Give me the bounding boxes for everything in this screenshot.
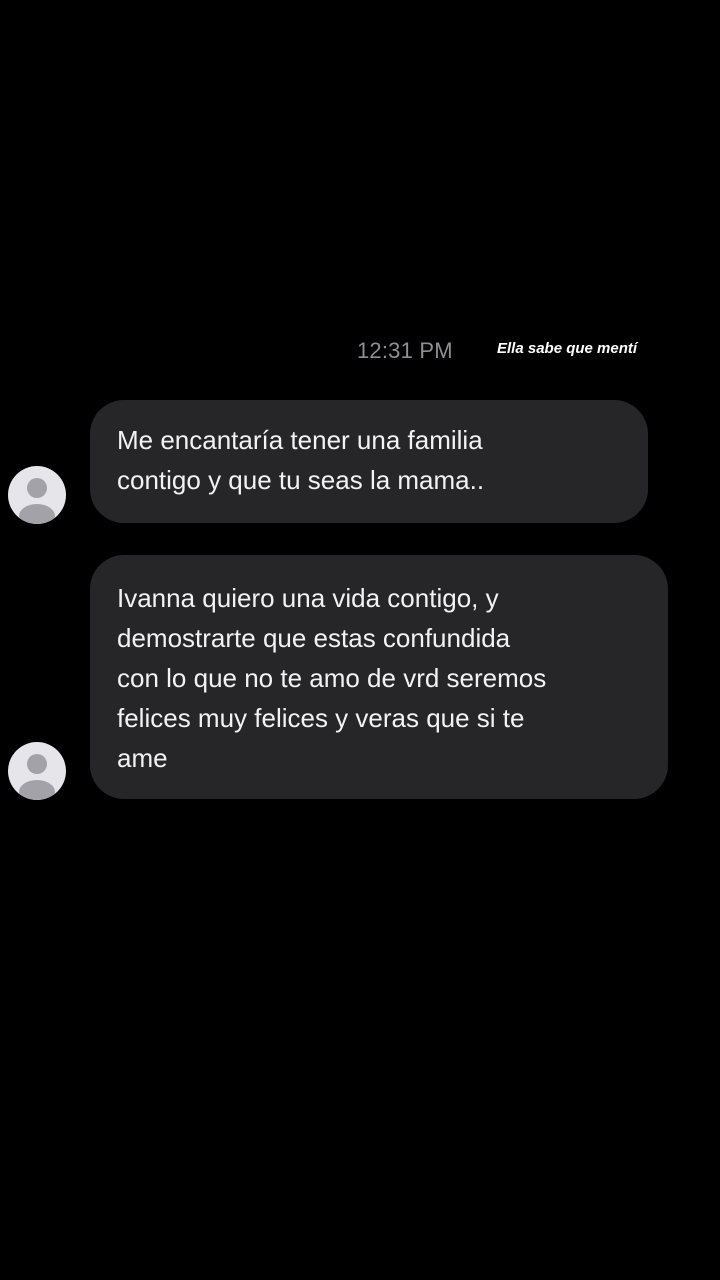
sender-avatar[interactable] (8, 466, 66, 524)
default-user-avatar-icon (19, 754, 55, 800)
message-text-line: demostrarte que estas confundida (117, 623, 511, 653)
default-user-avatar-icon (19, 478, 55, 524)
message-text-line: con lo que no te amo de vrd seremos (117, 663, 547, 693)
message-bubble[interactable]: Me encantaría tener una familia contigo … (90, 400, 648, 523)
message-bubble[interactable]: Ivanna quiero una vida contigo, y demost… (90, 555, 668, 799)
story-caption: Ella sabe que mentí (497, 340, 638, 357)
message-text-line: Me encantaría tener una familia (117, 425, 483, 455)
message-text-line: Ivanna quiero una vida contigo, y (117, 583, 499, 613)
message-text-line: felices muy felices y veras que si te (117, 703, 525, 733)
message-timestamp: 12:31 PM (357, 338, 453, 363)
sender-avatar[interactable] (8, 742, 66, 800)
message-text-line: ame (117, 743, 168, 773)
message-text-line: contigo y que tu seas la mama.. (117, 465, 485, 495)
